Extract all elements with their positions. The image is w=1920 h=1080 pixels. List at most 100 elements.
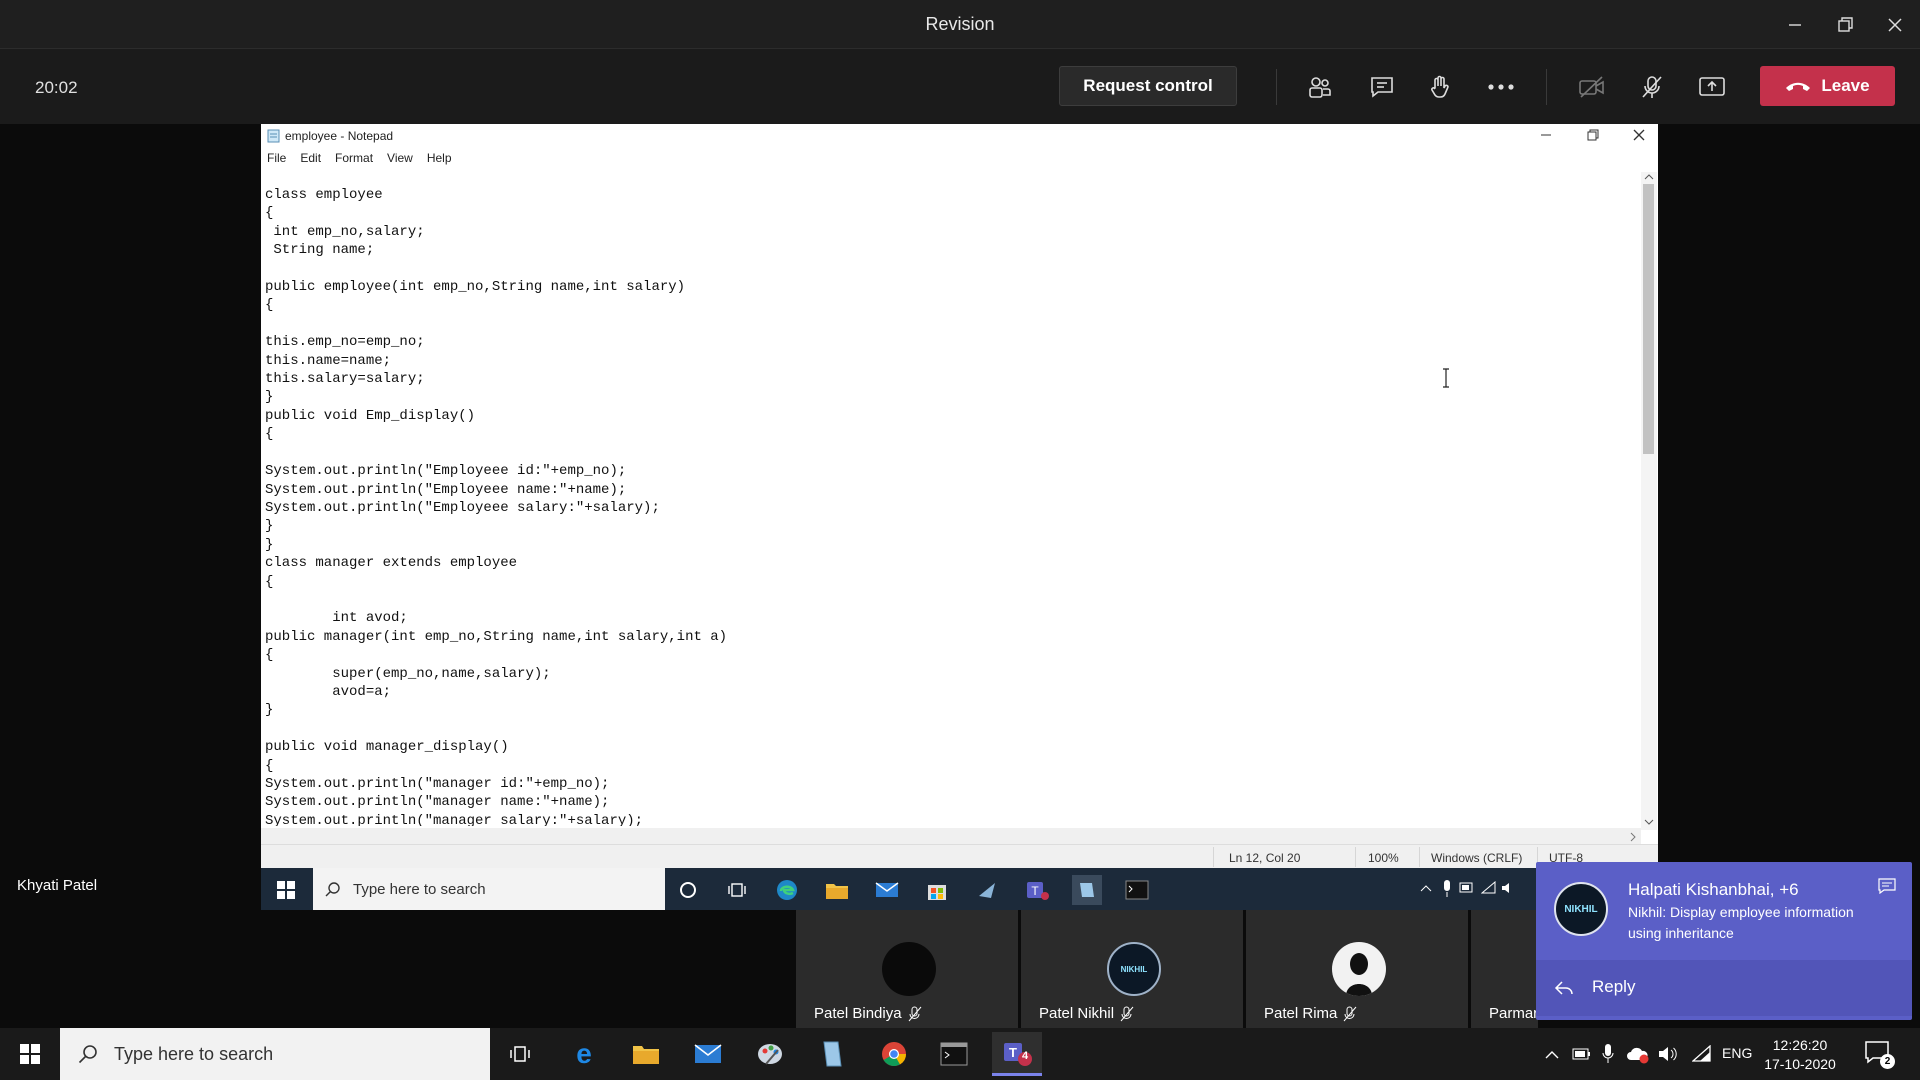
reply-row[interactable]: Reply	[1536, 960, 1912, 1016]
scroll-up-icon[interactable]	[1644, 173, 1654, 181]
language-indicator[interactable]: ENG	[1722, 1045, 1752, 1061]
svg-text:T: T	[1009, 1045, 1017, 1060]
windows-start-icon[interactable]	[277, 881, 295, 899]
teams-taskbar-icon[interactable]: T 4	[992, 1032, 1042, 1076]
participant-name: Parmar	[1489, 1005, 1538, 1022]
windows-start-icon[interactable]	[20, 1044, 40, 1064]
notepad-taskbar-icon[interactable]	[814, 1036, 850, 1072]
menu-format[interactable]: Format	[335, 151, 373, 165]
participant-name: Patel Rima	[1264, 1005, 1338, 1022]
paint-icon[interactable]	[752, 1036, 788, 1072]
participants-icon[interactable]	[1302, 69, 1338, 105]
muted-mic-icon	[1343, 1006, 1357, 1021]
edge-legacy-icon[interactable]: e	[566, 1036, 602, 1072]
restore-icon[interactable]	[1830, 10, 1860, 40]
code-line: avod=a;	[265, 683, 392, 700]
notepad-taskbar-icon[interactable]	[1072, 875, 1102, 905]
vertical-scrollbar[interactable]	[1641, 172, 1657, 830]
code-line: public void manager_display()	[265, 739, 509, 756]
microphone-off-icon[interactable]	[1634, 69, 1670, 105]
scroll-right-icon[interactable]	[1629, 832, 1637, 842]
more-options-icon[interactable]	[1483, 69, 1519, 105]
chat-icon[interactable]	[1364, 69, 1400, 105]
system-tray-chevron-icon[interactable]	[1419, 883, 1433, 893]
edge-icon[interactable]	[772, 875, 802, 905]
reply-button[interactable]: Reply	[1592, 977, 1635, 997]
code-line: {	[265, 205, 274, 222]
mail-icon[interactable]	[872, 875, 902, 905]
code-line: this.name=name;	[265, 352, 392, 369]
muted-mic-icon	[1120, 1006, 1134, 1021]
meeting-timer: 20:02	[35, 78, 78, 97]
code-line: int emp_no,salary;	[265, 223, 425, 240]
minimize-icon[interactable]	[1780, 10, 1810, 40]
toolbar-divider	[1546, 69, 1547, 105]
file-explorer-icon[interactable]	[628, 1036, 664, 1072]
tray-onedrive-icon	[1627, 1047, 1649, 1064]
code-line: }	[265, 518, 274, 535]
notepad-status-bar: Ln 12, Col 20 100% Windows (CRLF) UTF-8	[261, 844, 1658, 868]
terminal-icon[interactable]	[1122, 875, 1152, 905]
leave-label: Leave	[1821, 76, 1870, 95]
teams-badge: 4	[1022, 1050, 1029, 1062]
snipping-tool-icon[interactable]	[972, 875, 1002, 905]
shared-screen: employee - Notepad File Edit Format View…	[261, 124, 1658, 910]
notepad-restore-icon[interactable]	[1586, 128, 1600, 145]
participant-tile[interactable]: NIKHIL Patel Nikhil	[1021, 910, 1243, 1028]
status-divider	[1213, 847, 1214, 867]
participant-tile[interactable]: Parmar	[1471, 910, 1538, 1028]
menu-edit[interactable]: Edit	[300, 151, 321, 165]
tray-wifi-icon	[1481, 881, 1496, 894]
text-cursor-icon	[1443, 368, 1449, 388]
open-chat-icon[interactable]	[1878, 878, 1896, 894]
notepad-close-icon[interactable]	[1632, 128, 1646, 145]
avatar	[1332, 942, 1386, 996]
window-title: Revision	[925, 14, 995, 34]
leave-button[interactable]: Leave	[1760, 66, 1895, 106]
action-center-icon[interactable]: 2	[1864, 1040, 1900, 1070]
request-control-button[interactable]: Request control	[1059, 66, 1237, 106]
scroll-down-icon[interactable]	[1644, 818, 1654, 826]
participant-tile[interactable]: Patel Bindiya	[796, 910, 1018, 1028]
participant-strip: Patel Bindiya NIKHIL Patel Nikhil Patel …	[796, 910, 1538, 1028]
menu-help[interactable]: Help	[427, 151, 452, 165]
camera-off-icon[interactable]	[1574, 69, 1610, 105]
scrollbar-thumb[interactable]	[1643, 184, 1654, 454]
store-icon[interactable]	[922, 875, 952, 905]
code-line: this.salary=salary;	[265, 371, 425, 388]
cursor-position: Ln 12, Col 20	[1229, 851, 1301, 865]
svg-text:e: e	[576, 1040, 592, 1068]
cortana-icon[interactable]	[673, 875, 703, 905]
participant-tile[interactable]: Patel Rima	[1246, 910, 1468, 1028]
taskbar-clock[interactable]: 12:26:20 17-10-2020	[1762, 1036, 1838, 1074]
chrome-icon[interactable]	[876, 1036, 912, 1072]
task-view-icon[interactable]	[502, 1036, 538, 1072]
code-line: {	[265, 426, 274, 443]
line-ending: Windows (CRLF)	[1431, 851, 1523, 865]
mail-icon[interactable]	[690, 1036, 726, 1072]
code-line: System.out.println("manager salary:"+sal…	[265, 812, 644, 826]
participant-name: Patel Nikhil	[1039, 1005, 1115, 1022]
close-icon[interactable]	[1880, 10, 1910, 40]
horizontal-scrollbar[interactable]	[261, 828, 1641, 844]
taskbar-search-box[interactable]: Type here to search	[60, 1028, 490, 1080]
system-tray-chevron-icon[interactable]	[1544, 1048, 1560, 1060]
code-line: {	[265, 573, 274, 590]
shared-search-box[interactable]: Type here to search	[313, 868, 665, 910]
task-view-icon[interactable]	[722, 875, 752, 905]
teams-icon[interactable]: T	[1022, 875, 1052, 905]
code-line: class employee	[265, 187, 383, 203]
file-explorer-icon[interactable]	[822, 875, 852, 905]
tray-microphone-icon	[1602, 1044, 1614, 1063]
share-screen-icon[interactable]	[1694, 69, 1730, 105]
notepad-minimize-icon[interactable]	[1539, 128, 1553, 145]
chat-notification[interactable]: NIKHIL Halpati Kishanbhai, +6 Nikhil: Di…	[1536, 862, 1912, 1020]
menu-view[interactable]: View	[387, 151, 413, 165]
notepad-text-area[interactable]: class employee { int emp_no,salary; Strin…	[265, 186, 1640, 826]
terminal-icon[interactable]	[936, 1036, 972, 1072]
menu-file[interactable]: File	[267, 151, 286, 165]
raise-hand-icon[interactable]	[1422, 69, 1458, 105]
participant-name: Patel Bindiya	[814, 1005, 902, 1022]
